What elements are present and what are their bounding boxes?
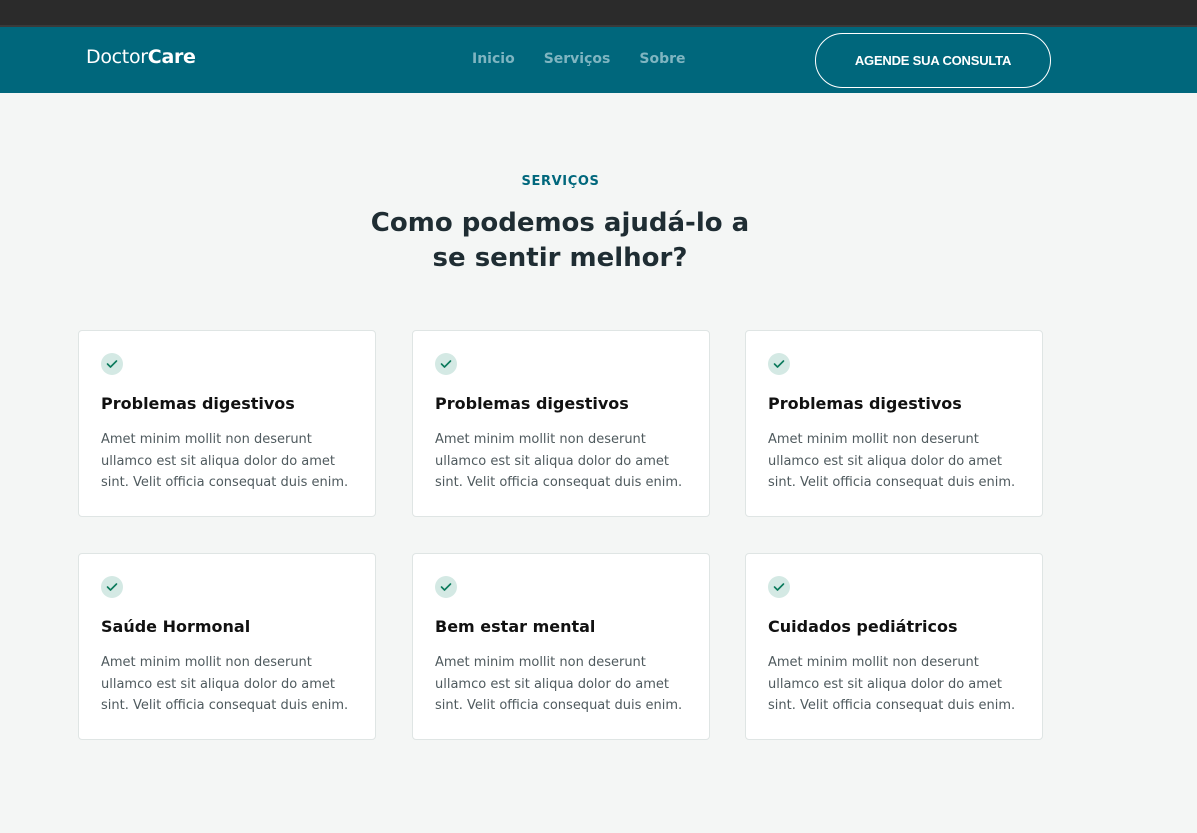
service-card: Problemas digestivos Amet minim mollit n… xyxy=(412,330,710,517)
nav-link-inicio[interactable]: Inicio xyxy=(472,51,515,67)
check-icon xyxy=(435,576,457,598)
section-title: Como podemos ajudá-lo a se sentir melhor… xyxy=(370,208,750,273)
nav-link-servicos[interactable]: Serviços xyxy=(544,51,611,67)
service-card: Cuidados pediátricos Amet minim mollit n… xyxy=(745,553,1043,740)
service-card: Problemas digestivos Amet minim mollit n… xyxy=(78,330,376,517)
check-icon xyxy=(101,576,123,598)
service-card: Saúde Hormonal Amet minim mollit non des… xyxy=(78,553,376,740)
check-icon xyxy=(101,353,123,375)
schedule-appointment-button[interactable]: AGENDE SUA CONSULTA xyxy=(815,33,1051,88)
check-icon xyxy=(768,576,790,598)
service-card-text: Amet minim mollit non deserunt ullamco e… xyxy=(435,655,683,713)
service-card-title: Problemas digestivos xyxy=(101,394,295,413)
logo-regular: Doctor xyxy=(86,46,148,68)
service-card-title: Bem estar mental xyxy=(435,617,596,636)
section-label: SERVIÇOS xyxy=(521,174,600,189)
service-card: Bem estar mental Amet minim mollit non d… xyxy=(412,553,710,740)
service-card-text: Amet minim mollit non deserunt ullamco e… xyxy=(768,655,1016,713)
main-nav: Inicio Serviços Sobre xyxy=(472,51,715,67)
check-icon xyxy=(768,353,790,375)
check-icon xyxy=(435,353,457,375)
service-card-text: Amet minim mollit non deserunt ullamco e… xyxy=(435,432,683,490)
logo[interactable]: DoctorCare xyxy=(86,46,196,68)
browser-top-bar xyxy=(0,0,1197,27)
service-card-title: Problemas digestivos xyxy=(768,394,962,413)
service-card-title: Cuidados pediátricos xyxy=(768,617,958,636)
site-header: DoctorCare Inicio Serviços Sobre AGENDE … xyxy=(0,27,1197,93)
service-card-title: Saúde Hormonal xyxy=(101,617,251,636)
service-card-title: Problemas digestivos xyxy=(435,394,629,413)
logo-bold: Care xyxy=(147,46,196,68)
service-card: Problemas digestivos Amet minim mollit n… xyxy=(745,330,1043,517)
nav-link-sobre[interactable]: Sobre xyxy=(639,51,685,67)
service-card-text: Amet minim mollit non deserunt ullamco e… xyxy=(101,655,349,713)
service-card-text: Amet minim mollit non deserunt ullamco e… xyxy=(768,432,1016,490)
service-card-text: Amet minim mollit non deserunt ullamco e… xyxy=(101,432,349,490)
